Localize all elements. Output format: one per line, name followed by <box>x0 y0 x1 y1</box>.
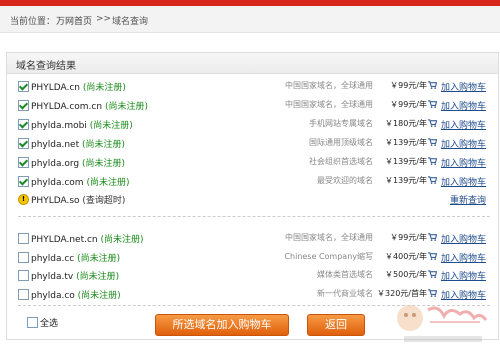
domain-description: 媒体类首选域名 <box>317 270 373 279</box>
domain-name: phylda.org (尚未注册) <box>31 159 125 169</box>
domain-price: ￥99元/年 <box>390 81 427 90</box>
domain-row: phylda.com (尚未注册) 最受欢迎的域名 ￥139元/年 加入购物车 <box>18 173 493 191</box>
domain-price: ￥139元/年 <box>385 157 427 166</box>
domain-row: phylda.org (尚未注册) 社会组织首选域名 ￥139元/年 加入购物车 <box>18 154 493 172</box>
cart-icon <box>428 157 437 165</box>
domain-description: 最受欢迎的域名 <box>317 176 373 185</box>
domain-checkbox[interactable] <box>18 251 29 263</box>
breadcrumb-prefix: 当前位置： <box>10 17 56 27</box>
add-to-cart-link[interactable]: 加入购物车 <box>441 137 486 150</box>
domain-checkbox[interactable] <box>18 270 29 281</box>
panel-header: 域名查询结果 <box>7 53 498 74</box>
domain-price: ￥400元/年 <box>385 251 427 261</box>
panel-title: 域名查询结果 <box>16 61 76 72</box>
domain-checkbox[interactable] <box>18 119 29 130</box>
domain-price: ￥139元/年 <box>385 138 427 147</box>
watermark-logo <box>384 296 500 346</box>
breadcrumb-current: 域名查询 <box>112 17 149 27</box>
domain-name: PHYLDA.com.cn (尚未注册) <box>31 102 148 112</box>
domain-row: phylda.tv (尚未注册) 媒体类首选域名 ￥500元/年 加入购物车 <box>18 267 493 285</box>
domain-row: PHYLDA.net.cn (尚未注册) 中国国家域名，全球通用 ￥99元/年 加入购… <box>18 230 493 248</box>
domain-checkbox[interactable] <box>18 176 29 187</box>
domain-description: 中国国家域名，全球通用 <box>285 100 373 109</box>
add-to-cart-link[interactable]: 加入购物车 <box>441 80 486 93</box>
add-selected-to-cart-button[interactable]: 所选域名加入购物车 <box>155 314 289 336</box>
section-divider <box>18 216 490 217</box>
domain-name: PHYLDA.so (查询超时) <box>31 196 126 206</box>
domain-name: phylda.co (尚未注册) <box>31 290 121 301</box>
domain-description: 手机网站专属域名 <box>309 119 373 128</box>
select-all-checkbox[interactable] <box>27 317 38 328</box>
add-to-cart-link[interactable]: 加入购物车 <box>441 175 486 188</box>
select-all-label: 全选 <box>40 319 59 329</box>
domain-name: PHYLDA.cn (尚未注册) <box>31 83 126 93</box>
add-to-cart-link[interactable]: 加入购物车 <box>441 251 486 264</box>
domain-name: phylda.mobi (尚未注册) <box>31 121 133 131</box>
domain-checkbox[interactable] <box>18 157 29 168</box>
breadcrumb-separator: >> <box>96 14 112 24</box>
domain-checkbox[interactable] <box>18 81 29 92</box>
domain-price: ￥139元/年 <box>385 176 427 185</box>
domain-description: 社会组织首选域名 <box>309 157 373 166</box>
add-to-cart-link[interactable]: 加入购物车 <box>441 232 486 245</box>
warning-icon: ! <box>18 194 29 205</box>
add-to-cart-link[interactable]: 加入购物车 <box>441 156 486 169</box>
domain-price: ￥99元/年 <box>390 233 427 242</box>
domain-description: Chinese Company缩写 <box>284 251 373 261</box>
add-to-cart-link[interactable]: 加入购物车 <box>441 269 486 282</box>
breadcrumb: 当前位置： 万网首页 >> 域名查询 <box>0 6 500 33</box>
cart-icon <box>428 270 437 278</box>
cart-icon <box>428 100 437 108</box>
retry-query-link[interactable]: 重新查询 <box>450 193 486 206</box>
domain-price: ￥99元/年 <box>390 100 427 109</box>
cart-icon <box>428 176 437 184</box>
domain-row: PHYLDA.cn (尚未注册) 中国国家域名，全球通用 ￥99元/年 加入购物车 <box>18 78 493 96</box>
domain-price: ￥180元/年 <box>385 119 427 128</box>
cart-icon <box>428 138 437 146</box>
domain-description: 中国国家域名，全球通用 <box>285 233 373 242</box>
add-to-cart-link[interactable]: 加入购物车 <box>441 99 486 112</box>
domain-checkbox[interactable] <box>18 233 29 244</box>
domain-name: phylda.cc (尚未注册) <box>31 253 121 264</box>
back-button[interactable]: 返回 <box>307 314 365 336</box>
domain-description: 新一代商业域名 <box>317 288 373 298</box>
breadcrumb-home-link[interactable]: 万网首页 <box>56 14 92 27</box>
add-to-cart-link[interactable]: 加入购物车 <box>441 118 486 131</box>
domain-price: ￥500元/年 <box>385 270 427 279</box>
cart-icon <box>428 233 437 241</box>
domain-row: phylda.net (尚未注册) 国际通用顶级域名 ￥139元/年 加入购物车 <box>18 135 493 153</box>
cart-icon <box>428 251 437 260</box>
domain-name: PHYLDA.net.cn (尚未注册) <box>31 235 144 245</box>
domain-name: phylda.tv (尚未注册) <box>31 272 120 282</box>
domain-checkbox[interactable] <box>18 100 29 111</box>
domain-row: PHYLDA.com.cn (尚未注册) 中国国家域名，全球通用 ￥99元/年 加入购… <box>18 97 493 115</box>
domain-checkbox[interactable] <box>18 138 29 149</box>
domain-description: 中国国家域名，全球通用 <box>285 81 373 90</box>
domain-row: phylda.cc (尚未注册) Chinese Company缩写 ￥400元/年… <box>18 249 493 267</box>
domain-row-timeout: ! PHYLDA.so (查询超时) 重新查询 <box>18 191 493 209</box>
domain-checkbox[interactable] <box>18 288 29 300</box>
cart-icon <box>428 119 437 127</box>
cart-icon <box>428 81 437 89</box>
domain-name: phylda.net (尚未注册) <box>31 140 126 150</box>
domain-row: phylda.mobi (尚未注册) 手机网站专属域名 ￥180元/年 加入购物车 <box>18 116 493 134</box>
domain-name: phylda.com (尚未注册) <box>31 178 130 188</box>
domain-description: 国际通用顶级域名 <box>309 138 373 147</box>
